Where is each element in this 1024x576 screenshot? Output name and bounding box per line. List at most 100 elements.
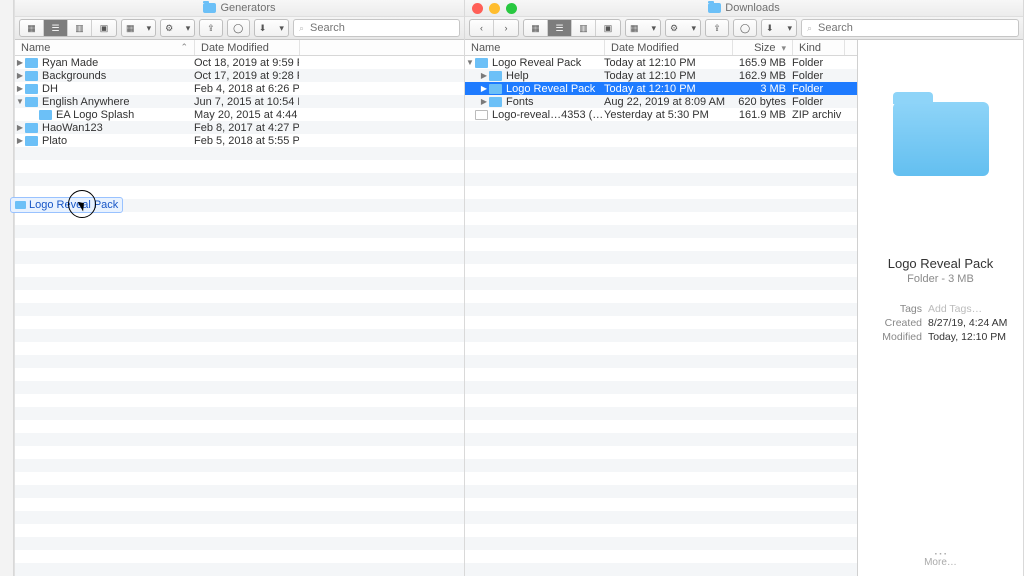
group-by-button[interactable]: ▦▾ [625,19,661,37]
file-date: Feb 4, 2018 at 6:26 PM [194,83,299,95]
search-input[interactable] [816,21,1013,35]
file-size: 162.9 MB [732,70,792,82]
disclosure-triangle-icon[interactable]: ▶ [15,58,25,67]
file-date: Jun 7, 2015 at 10:54 PM [194,96,299,108]
finder-window-downloads: Downloads ‹ › ▦ ☰ ▥ ▣ ▦▾ ⚙▾ ⇪ ◯ ⬇▾ ⌕ [465,0,1024,576]
toolbar: ▦ ☰ ▥ ▣ ▦▾ ⚙▾ ⇪ ◯ ⬇▾ ⌕ [15,17,464,40]
file-list[interactable]: ▼Logo Reveal PackToday at 12:10 PM165.9 … [465,56,857,576]
preview-more[interactable]: ⋯ More… [858,549,1023,568]
col-kind[interactable]: Kind [793,40,845,55]
forward-button[interactable]: › [494,20,518,36]
tags-field[interactable]: Add Tags… [928,303,982,315]
disclosure-triangle-icon[interactable]: ▼ [465,58,475,67]
list-view-button[interactable]: ☰ [548,20,572,36]
file-date: Today at 12:10 PM [604,83,732,95]
traffic-lights[interactable] [472,3,517,14]
list-item[interactable]: Logo-reveal…4353 (1).zipYesterday at 5:3… [465,108,857,121]
preview-meta: Tags Add Tags… Created 8/27/19, 4:24 AM … [868,303,1013,345]
ellipsis-icon: ⋯ [858,549,1023,557]
folder-icon [708,3,721,13]
search-input[interactable] [308,21,454,35]
file-name: Ryan Made [42,57,194,69]
zoom-icon[interactable] [506,3,517,14]
view-switcher[interactable]: ▦ ☰ ▥ ▣ [523,19,621,37]
titlebar[interactable]: Downloads [465,0,1023,17]
folder-icon [25,58,38,68]
window-title: Downloads [708,2,779,14]
folder-icon [489,84,502,94]
file-name: Help [506,70,604,82]
preview-folder-icon [893,102,989,176]
list-item[interactable]: ▶Ryan MadeOct 18, 2019 at 9:59 PM [15,56,464,69]
col-size[interactable]: Size▾ [733,40,793,55]
back-button[interactable]: ‹ [470,20,494,36]
column-view-button[interactable]: ▥ [68,20,92,36]
list-item[interactable]: ▶DHFeb 4, 2018 at 6:26 PM [15,82,464,95]
file-date: Aug 22, 2019 at 8:09 AM [604,96,732,108]
share-button[interactable]: ⇪ [199,19,222,37]
file-kind: Folder [792,57,844,69]
file-kind: ZIP archiv [792,109,844,121]
close-icon[interactable] [472,3,483,14]
share-button[interactable]: ⇪ [705,19,729,37]
disclosure-triangle-icon[interactable]: ▶ [15,71,25,80]
finder-window-generators: Generators ▦ ☰ ▥ ▣ ▦▾ ⚙▾ ⇪ ◯ ⬇▾ ⌕ Name⌃D… [14,0,465,576]
gallery-view-button[interactable]: ▣ [596,20,620,36]
file-name: Logo Reveal Pack [492,57,604,69]
view-switcher[interactable]: ▦ ☰ ▥ ▣ [19,19,117,37]
list-item[interactable]: ▼Logo Reveal PackToday at 12:10 PM165.9 … [465,56,857,69]
list-item[interactable]: EA Logo SplashMay 20, 2015 at 4:44 PM [15,108,464,121]
list-item[interactable]: ▶BackgroundsOct 17, 2019 at 9:28 PM [15,69,464,82]
file-date: Today at 12:10 PM [604,57,732,69]
column-headers[interactable]: Name⌃Date Modified [15,40,464,56]
disclosure-triangle-icon[interactable]: ▶ [15,84,25,93]
col-name[interactable]: Name⌃ [15,40,195,55]
file-kind: Folder [792,70,844,82]
titlebar[interactable]: Generators [15,0,464,17]
disclosure-triangle-icon[interactable]: ▶ [15,136,25,145]
dropbox-button[interactable]: ⬇▾ [761,19,797,37]
file-size: 3 MB [732,83,792,95]
list-item[interactable]: ▶FontsAug 22, 2019 at 8:09 AM620 bytesFo… [465,95,857,108]
disclosure-triangle-icon[interactable]: ▶ [479,71,489,80]
disclosure-triangle-icon[interactable]: ▶ [479,84,489,93]
action-menu-button[interactable]: ⚙▾ [665,19,701,37]
disclosure-triangle-icon[interactable]: ▶ [15,123,25,132]
list-item[interactable]: ▶ HelpToday at 12:10 PM162.9 MBFolder [465,69,857,82]
disclosure-triangle-icon[interactable]: ▶ [479,97,489,106]
col-date[interactable]: Date Modified [195,40,300,55]
tags-button[interactable]: ◯ [733,19,757,37]
list-item[interactable]: ▶HaoWan123Feb 8, 2017 at 4:27 PM [15,121,464,134]
column-headers[interactable]: NameDate ModifiedSize▾Kind [465,40,857,56]
folder-icon [25,71,38,81]
tags-button[interactable]: ◯ [227,19,250,37]
disclosure-triangle-icon[interactable]: ▼ [15,97,25,106]
col-date[interactable]: Date Modified [605,40,733,55]
group-by-button[interactable]: ▦▾ [121,19,156,37]
list-item[interactable]: ▶Logo Reveal PackToday at 12:10 PM3 MBFo… [465,82,857,95]
list-item[interactable]: ▼English AnywhereJun 7, 2015 at 10:54 PM [15,95,464,108]
file-date: Today at 12:10 PM [604,70,732,82]
column-view-button[interactable]: ▥ [572,20,596,36]
icon-view-button[interactable]: ▦ [524,20,548,36]
icon-view-button[interactable]: ▦ [20,20,44,36]
list-view-button[interactable]: ☰ [44,20,68,36]
file-date: Yesterday at 5:30 PM [604,109,732,121]
minimize-icon[interactable] [489,3,500,14]
modified-label: Modified [868,331,922,343]
sidebar-fragment: nssnccl...asc [0,0,14,576]
search-field[interactable]: ⌕ [293,19,460,37]
col-name[interactable]: Name [465,40,605,55]
file-name: Fonts [506,96,604,108]
list-item[interactable]: ▶PlatoFeb 5, 2018 at 5:55 PM [15,134,464,147]
gallery-view-button[interactable]: ▣ [92,20,116,36]
dropbox-button[interactable]: ⬇▾ [254,19,289,37]
preview-pane: Logo Reveal Pack Folder - 3 MB Tags Add … [858,40,1023,576]
file-kind: Folder [792,96,844,108]
action-menu-button[interactable]: ⚙▾ [160,19,195,37]
file-name: Plato [42,135,194,147]
file-list[interactable]: ▶Ryan MadeOct 18, 2019 at 9:59 PM▶Backgr… [15,56,464,576]
search-field[interactable]: ⌕ [801,19,1019,37]
folder-icon [25,123,38,133]
file-date: Feb 8, 2017 at 4:27 PM [194,122,299,134]
